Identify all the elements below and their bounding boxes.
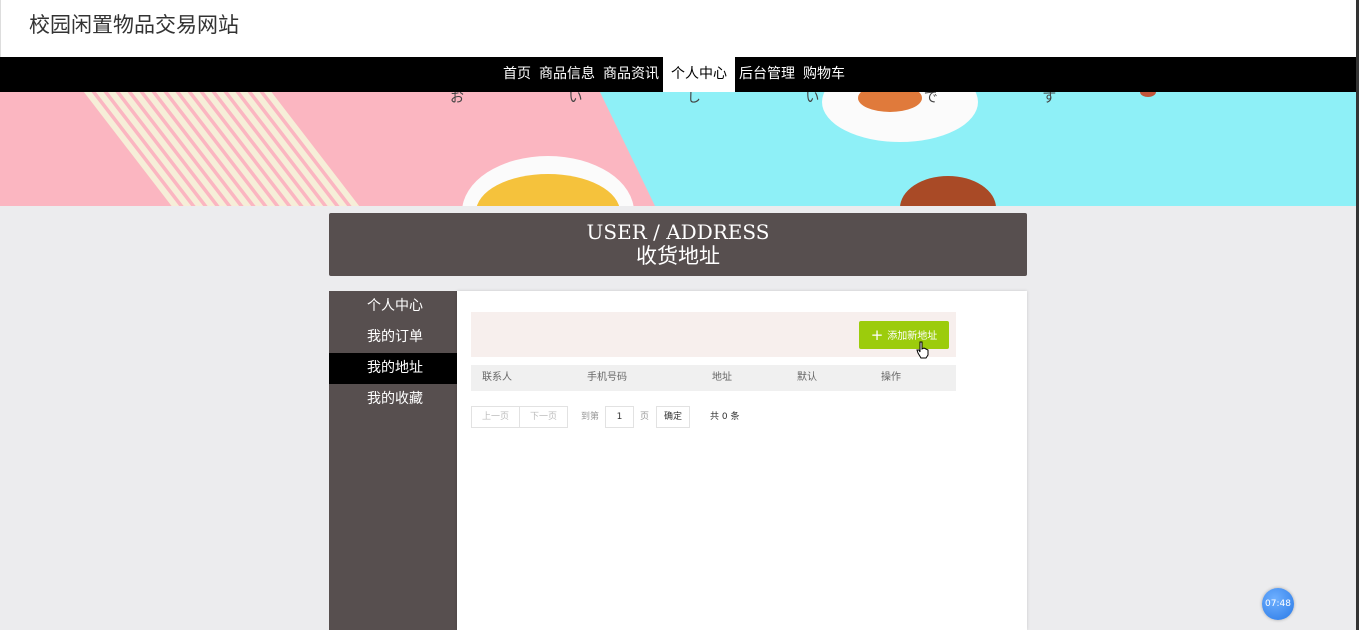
confirm-page-button[interactable]: 确定 xyxy=(656,406,690,428)
next-page-button[interactable]: 下一页 xyxy=(519,406,568,428)
nav-item-personal-center[interactable]: 个人中心 xyxy=(663,57,735,92)
nav-item-news[interactable]: 商品资讯 xyxy=(599,57,663,92)
page-heading: USER / ADDRESS 收货地址 xyxy=(329,213,1027,276)
plus-icon: + xyxy=(870,326,884,344)
page-unit-label: 页 xyxy=(640,412,650,422)
banner-image: お い し い で す xyxy=(0,92,1357,206)
clock-badge[interactable]: 07:48 xyxy=(1262,588,1294,620)
nav-item-goods[interactable]: 商品信息 xyxy=(535,57,599,92)
page-heading-en: USER / ADDRESS xyxy=(586,220,770,244)
nav-item-cart[interactable]: 购物车 xyxy=(799,57,849,92)
address-panel: +添加新地址 联系人 手机号码 地址 默认 操作 上一页 下一页 到第 页 确定… xyxy=(457,291,1027,630)
sidebar-item-addresses[interactable]: 我的地址 xyxy=(329,353,457,384)
goto-label: 到第 xyxy=(581,412,600,422)
nav-item-home[interactable]: 首页 xyxy=(499,57,535,92)
nav-item-admin[interactable]: 后台管理 xyxy=(735,57,799,92)
page-heading-cn: 收货地址 xyxy=(636,244,720,268)
column-contact: 联系人 xyxy=(482,372,512,383)
sidebar-item-personal-center[interactable]: 个人中心 xyxy=(329,291,457,322)
column-actions: 操作 xyxy=(881,372,901,383)
column-default: 默认 xyxy=(797,372,817,383)
address-table-header: 联系人 手机号码 地址 默认 操作 xyxy=(471,365,956,391)
column-phone: 手机号码 xyxy=(587,372,627,383)
hand-cursor-icon xyxy=(916,341,929,359)
site-title: 校园闲置物品交易网站 xyxy=(29,13,239,37)
total-count: 共 0 条 xyxy=(710,412,740,422)
address-toolbar: + 添加新地址 xyxy=(471,312,956,357)
sidebar-item-favorites[interactable]: 我的收藏 xyxy=(329,384,457,415)
page-number-input[interactable] xyxy=(605,406,634,428)
sidebar-item-orders[interactable]: 我的订单 xyxy=(329,322,457,353)
site-header: 校园闲置物品交易网站 xyxy=(0,0,1359,57)
banner-caption: お い し い で す xyxy=(450,92,1106,106)
user-sidebar: 个人中心 我的订单 我的地址 我的收藏 xyxy=(329,291,457,630)
add-address-button[interactable]: + 添加新地址 xyxy=(859,321,949,349)
main-nav: 首页 商品信息 商品资讯 个人中心 后台管理 购物车 xyxy=(0,57,1357,92)
prev-page-button[interactable]: 上一页 xyxy=(471,406,520,428)
column-address: 地址 xyxy=(712,372,732,383)
